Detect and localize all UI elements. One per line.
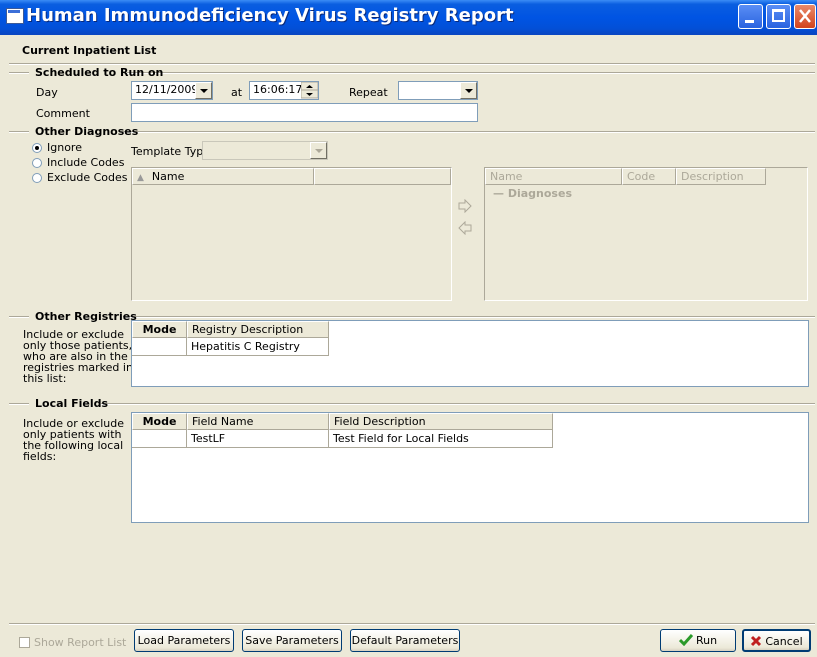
run-label: Run: [695, 634, 718, 647]
scheduled-section-title: Scheduled to Run on: [35, 66, 164, 79]
section-line: [9, 131, 29, 133]
remove-diagnosis-button[interactable]: [457, 220, 473, 236]
registries-help-text: Include or exclude only those patients, …: [23, 329, 133, 384]
footer-divider: [9, 623, 815, 625]
arrow-left-icon: [458, 220, 472, 236]
registry-description-cell[interactable]: Hepatitis C Registry: [187, 338, 329, 356]
time-spinner[interactable]: [300, 81, 319, 99]
section-line: [9, 403, 29, 405]
section-line: [123, 316, 815, 318]
time-value: 16:06:17: [253, 83, 303, 96]
registries-header-description[interactable]: Registry Description: [187, 321, 329, 338]
show-report-list-label: Show Report List: [34, 636, 127, 649]
default-parameters-button[interactable]: Default Parameters: [350, 629, 460, 652]
maximize-icon: [772, 9, 785, 22]
right-header-code[interactable]: Code: [622, 168, 676, 185]
day-dropdown-button[interactable]: [195, 82, 212, 99]
maximize-button[interactable]: [766, 4, 791, 29]
selected-diagnoses-list[interactable]: Name Code Description — Diagnoses: [484, 167, 808, 301]
minimize-button[interactable]: [738, 4, 763, 29]
spinner-icon: [300, 81, 319, 99]
section-line: [121, 131, 815, 133]
day-label: Day: [36, 86, 58, 99]
include-codes-radio[interactable]: [32, 158, 42, 168]
help-line: fields:: [23, 450, 57, 463]
local-field-description-cell[interactable]: Test Field for Local Fields: [329, 430, 553, 448]
diagnoses-group-label: — Diagnoses: [493, 187, 572, 200]
local-fields-grid[interactable]: Mode Field Name Field Description TestLF…: [131, 412, 809, 523]
local-fields-help-text: Include or exclude only patients with th…: [23, 418, 124, 462]
section-line: [101, 403, 815, 405]
local-fields-title: Local Fields: [35, 397, 109, 410]
load-parameters-button[interactable]: Load Parameters: [134, 629, 234, 652]
add-diagnosis-button[interactable]: [457, 198, 473, 214]
window-title: Human Immunodeficiency Virus Registry Re…: [26, 5, 514, 26]
show-report-list-checkbox[interactable]: [19, 637, 30, 648]
registries-grid[interactable]: Mode Registry Description Hepatitis C Re…: [131, 320, 809, 387]
list-header-name[interactable]: ▲ Name: [132, 168, 314, 185]
run-button[interactable]: Run: [660, 629, 736, 652]
cancel-button[interactable]: Cancel: [742, 629, 811, 652]
exclude-codes-radio[interactable]: [32, 173, 42, 183]
minimize-icon: [745, 20, 754, 23]
ignore-radio[interactable]: [32, 143, 42, 153]
template-type-dropdown-button[interactable]: [310, 142, 327, 159]
report-name: Current Inpatient List: [22, 44, 157, 57]
at-label: at: [231, 86, 243, 99]
list-header-blank[interactable]: [314, 168, 451, 185]
right-header-description[interactable]: Description: [676, 168, 766, 185]
local-field-mode-cell[interactable]: [132, 430, 187, 448]
divider: [9, 63, 815, 65]
section-line: [9, 316, 29, 318]
sort-icon: ▲: [137, 173, 144, 183]
list-header-name-label: Name: [151, 170, 185, 183]
day-value: 12/11/2009: [135, 83, 199, 96]
local-fields-header-description[interactable]: Field Description: [329, 413, 553, 430]
exclude-codes-label: Exclude Codes: [47, 171, 128, 184]
arrow-right-icon: [458, 198, 472, 214]
comment-label: Comment: [36, 107, 90, 120]
include-codes-label: Include Codes: [47, 156, 125, 169]
right-header-name[interactable]: Name: [485, 168, 622, 185]
x-icon: [751, 635, 762, 647]
section-line: [9, 72, 29, 74]
cancel-label: Cancel: [765, 635, 803, 648]
local-field-name-cell[interactable]: TestLF: [187, 430, 329, 448]
registry-mode-cell[interactable]: [132, 338, 187, 356]
comment-field[interactable]: [131, 103, 478, 122]
help-line: this list:: [23, 372, 67, 385]
template-type-label: Template Type: [131, 145, 210, 158]
app-icon: [6, 8, 24, 24]
repeat-dropdown-button[interactable]: [460, 82, 477, 99]
close-icon: [799, 9, 811, 23]
available-diagnoses-list[interactable]: ▲ Name: [131, 167, 452, 301]
other-registries-title: Other Registries: [35, 310, 137, 323]
other-diagnoses-title: Other Diagnoses: [35, 125, 139, 138]
section-line: [127, 72, 815, 74]
registries-header-mode[interactable]: Mode: [132, 321, 187, 338]
checkmark-icon: [678, 634, 694, 647]
close-button[interactable]: [794, 4, 816, 29]
save-parameters-button[interactable]: Save Parameters: [242, 629, 342, 652]
ignore-label: Ignore: [47, 141, 82, 154]
local-fields-header-mode[interactable]: Mode: [132, 413, 187, 430]
diagnoses-group-text: Diagnoses: [507, 187, 572, 200]
repeat-label: Repeat: [349, 86, 388, 99]
report-panel: Current Inpatient List Scheduled to Run …: [9, 36, 817, 657]
local-fields-header-name[interactable]: Field Name: [187, 413, 329, 430]
